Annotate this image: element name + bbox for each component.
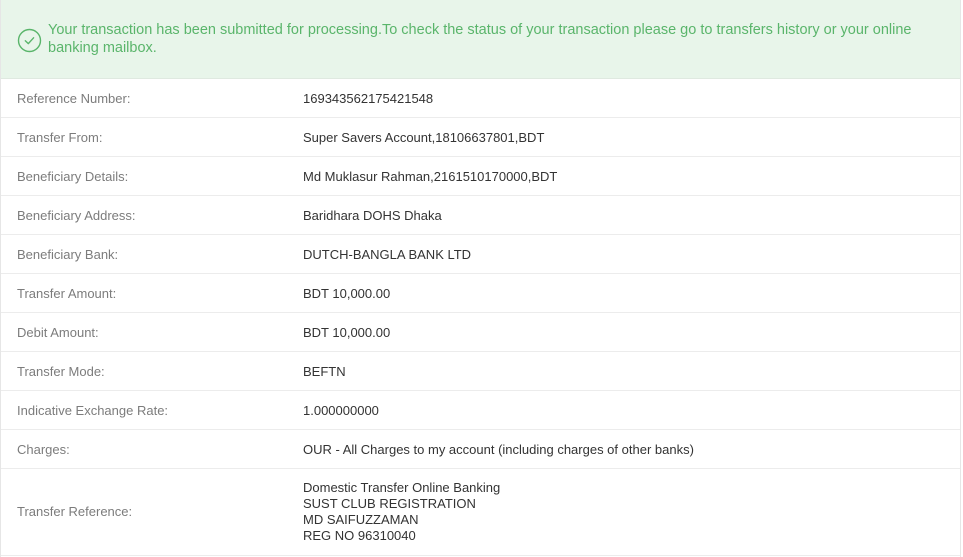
reference-number-label: Reference Number: [17,91,131,106]
exchange-rate-value: 1.000000000 [303,403,379,418]
beneficiary-address-label: Beneficiary Address: [17,208,136,223]
transaction-details-table: Reference Number: 169343562175421548 Tra… [1,79,960,556]
exchange-rate-label: Indicative Exchange Rate: [17,403,169,418]
row-charges: Charges: OUR - All Charges to my account… [1,430,960,469]
transfer-mode-value: BEFTN [303,364,346,379]
reference-number-value: 169343562175421548 [303,91,434,106]
transfer-reference-value: Domestic Transfer Online Banking SUST CL… [303,480,500,544]
charges-value: OUR - All Charges to my account (includi… [303,442,694,457]
transfer-reference-line: Domestic Transfer Online Banking [303,480,501,495]
transfer-confirmation-panel: Your transaction has been submitted for … [0,0,961,557]
beneficiary-address-value: Baridhara DOHS Dhaka [303,208,442,223]
beneficiary-bank-label: Beneficiary Bank: [17,247,119,262]
row-beneficiary-bank: Beneficiary Bank: DUTCH-BANGLA BANK LTD [1,235,960,274]
row-beneficiary-address: Beneficiary Address: Baridhara DOHS Dhak… [1,196,960,235]
transfer-reference-line: REG NO 96310040 [303,528,416,543]
transfer-reference-label: Transfer Reference: [17,504,133,519]
row-transfer-amount: Transfer Amount: BDT 10,000.00 [1,274,960,313]
row-transfer-mode: Transfer Mode: BEFTN [1,352,960,391]
transfer-reference-line: SUST CLUB REGISTRATION [303,496,476,511]
beneficiary-bank-value: DUTCH-BANGLA BANK LTD [303,247,472,262]
beneficiary-details-label: Beneficiary Details: [17,169,129,184]
row-transfer-from: Transfer From: Super Savers Account,1810… [1,118,960,157]
transfer-amount-value: BDT 10,000.00 [303,286,391,301]
row-transfer-reference: Transfer Reference: Domestic Transfer On… [1,469,960,556]
beneficiary-details-value: Md Muklasur Rahman,2161510170000,BDT [303,169,558,184]
transfer-amount-label: Transfer Amount: [17,286,117,301]
row-debit-amount: Debit Amount: BDT 10,000.00 [1,313,960,352]
row-reference-number: Reference Number: 169343562175421548 [1,79,960,118]
transfer-mode-label: Transfer Mode: [17,364,105,379]
transfer-from-label: Transfer From: [17,130,103,145]
row-beneficiary-details: Beneficiary Details: Md Muklasur Rahman,… [1,157,960,196]
charges-label: Charges: [17,442,70,457]
debit-amount-label: Debit Amount: [17,325,99,340]
transfer-reference-line: MD SAIFUZZAMAN [303,512,419,527]
success-message: Your transaction has been submitted for … [48,22,912,56]
success-alert: Your transaction has been submitted for … [1,0,960,79]
check-circle-icon [17,28,42,53]
row-exchange-rate: Indicative Exchange Rate: 1.000000000 [1,391,960,430]
debit-amount-value: BDT 10,000.00 [303,325,391,340]
transfer-from-value: Super Savers Account,18106637801,BDT [303,130,545,145]
